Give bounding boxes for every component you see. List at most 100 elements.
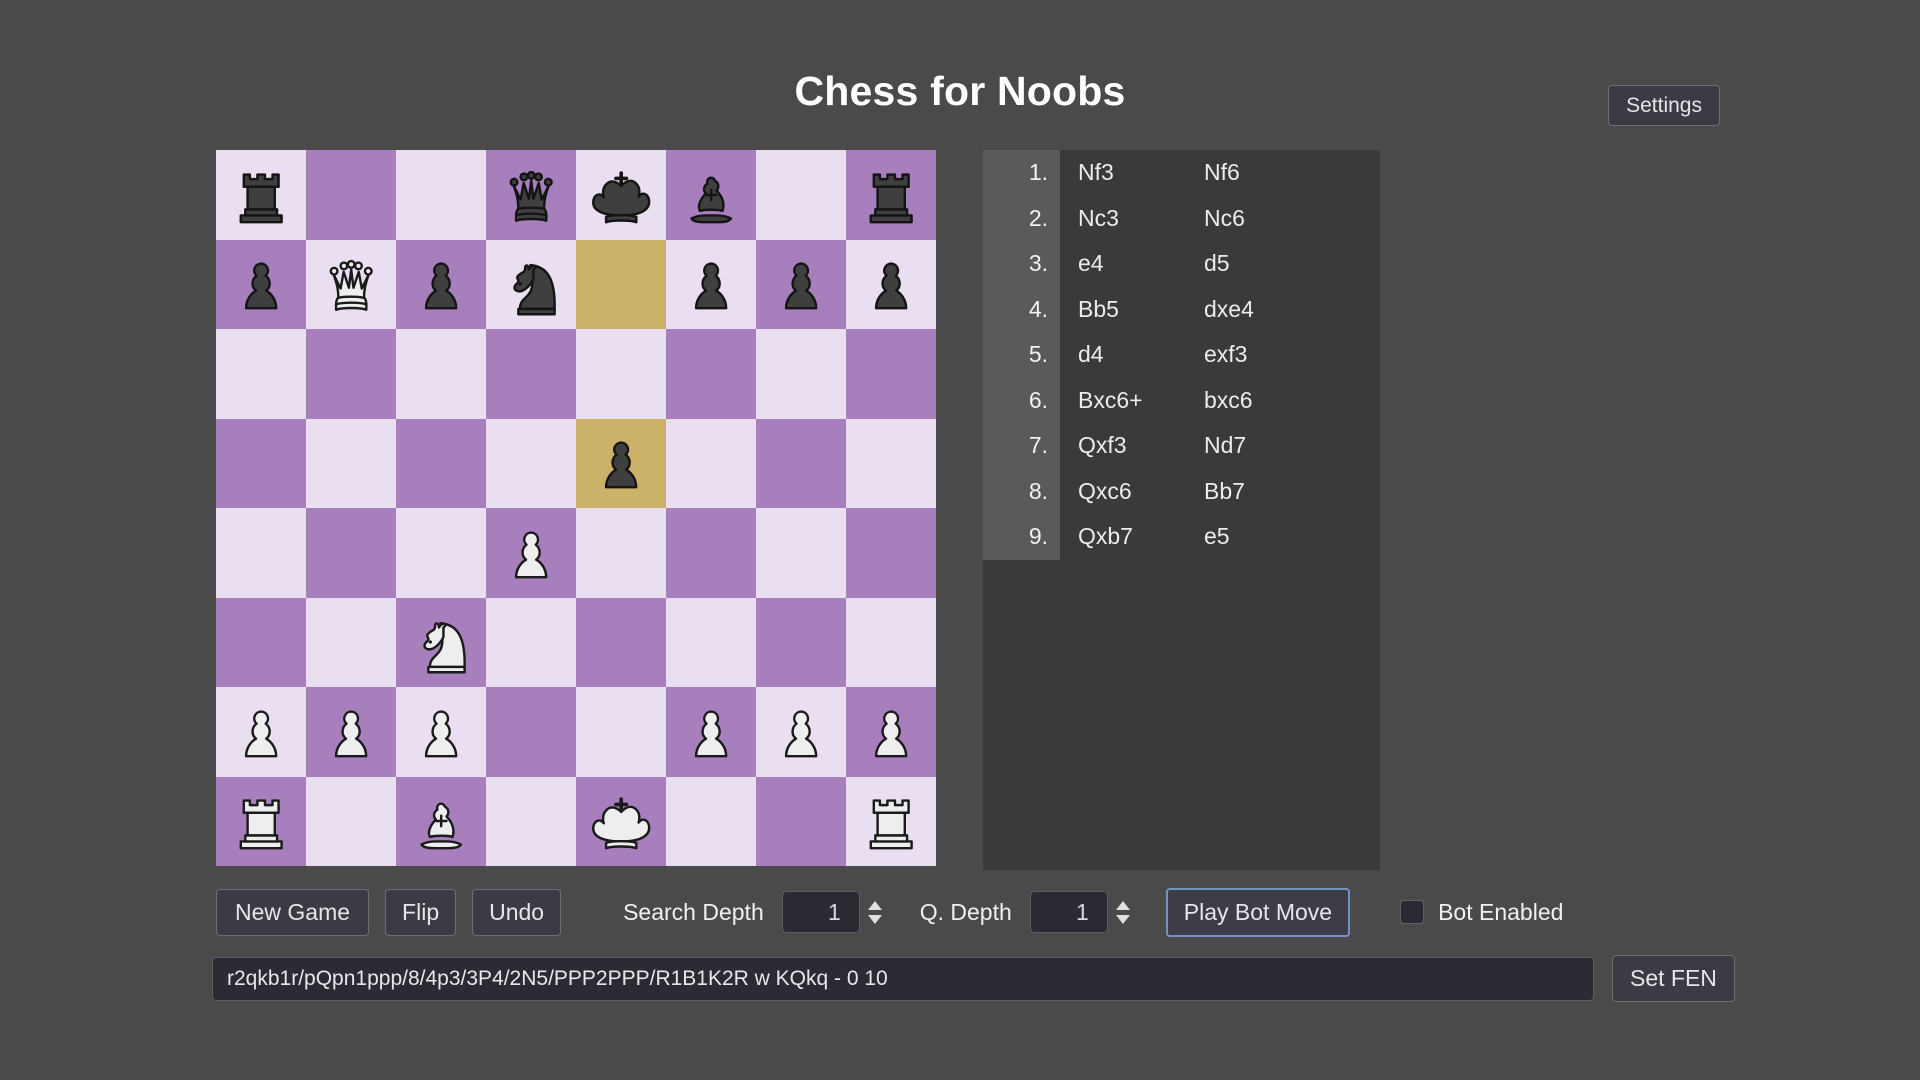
board-square-a8[interactable]	[216, 150, 306, 240]
board-square-g3[interactable]	[756, 597, 846, 687]
board-square-d5[interactable]	[486, 418, 576, 508]
chevron-up-icon[interactable]	[867, 900, 882, 910]
board-square-h2[interactable]	[846, 687, 936, 777]
board-square-a7[interactable]	[216, 239, 306, 330]
move-black[interactable]: Nc6	[1200, 205, 1245, 232]
board-square-e2[interactable]	[576, 687, 666, 777]
board-square-f7[interactable]	[666, 239, 756, 330]
board-square-g4[interactable]	[756, 508, 846, 598]
move-black[interactable]: Bb7	[1200, 478, 1245, 505]
board-square-c8[interactable]	[396, 150, 486, 240]
piece-white-rook[interactable]	[216, 777, 306, 867]
board-square-b4[interactable]	[306, 508, 396, 598]
move-row[interactable]: 8. Qxc6 Bb7	[983, 469, 1380, 515]
move-row[interactable]: 4. Bb5 dxe4	[983, 287, 1380, 333]
move-black[interactable]: e5	[1200, 523, 1230, 550]
board-square-c5[interactable]	[396, 418, 486, 508]
piece-black-pawn[interactable]	[576, 419, 666, 509]
board-square-h6[interactable]	[846, 329, 936, 419]
move-white[interactable]: d4	[1060, 341, 1200, 368]
board-square-a6[interactable]	[216, 329, 306, 419]
board-square-h7[interactable]	[846, 239, 936, 330]
chevron-down-icon[interactable]	[1115, 914, 1130, 924]
move-list-panel[interactable]: 1. Nf3 Nf6 2. Nc3 Nc6 3. e4 d5 4. Bb5 dxe4 5. d4 exf3 6…	[983, 150, 1380, 870]
piece-white-rook[interactable]	[846, 777, 936, 867]
piece-white-pawn[interactable]	[486, 508, 576, 598]
piece-white-bishop[interactable]	[396, 777, 486, 867]
board-square-d8[interactable]	[486, 150, 576, 240]
piece-white-pawn[interactable]	[306, 687, 396, 777]
board-square-b5[interactable]	[306, 418, 396, 508]
move-black[interactable]: exf3	[1200, 341, 1247, 368]
piece-black-rook[interactable]	[846, 150, 936, 240]
move-black[interactable]: Nf6	[1200, 159, 1240, 186]
move-white[interactable]: Bxc6+	[1060, 387, 1200, 414]
board-square-e8[interactable]	[576, 150, 666, 240]
piece-black-pawn[interactable]	[846, 240, 936, 330]
board-square-e5[interactable]	[576, 418, 666, 509]
move-white[interactable]: Qxf3	[1060, 432, 1200, 459]
board-square-e1[interactable]	[576, 776, 666, 866]
board-square-c1[interactable]	[396, 776, 486, 867]
piece-black-queen[interactable]	[486, 150, 576, 240]
board-square-g2[interactable]	[756, 687, 846, 777]
board-square-f1[interactable]	[666, 776, 756, 866]
piece-black-pawn[interactable]	[666, 240, 756, 330]
piece-white-pawn[interactable]	[666, 687, 756, 777]
search-depth-stepper[interactable]	[781, 891, 884, 933]
board-square-a5[interactable]	[216, 418, 306, 508]
board-square-d7[interactable]	[486, 239, 576, 330]
search-depth-input[interactable]	[781, 891, 860, 933]
piece-black-pawn[interactable]	[216, 240, 306, 330]
board-square-d2[interactable]	[486, 687, 576, 777]
board-square-f4[interactable]	[666, 508, 756, 598]
set-fen-button[interactable]: Set FEN	[1612, 955, 1735, 1002]
board-square-b7[interactable]	[306, 239, 396, 330]
chess-board[interactable]	[216, 150, 936, 866]
move-row[interactable]: 2. Nc3 Nc6	[983, 196, 1380, 242]
flip-button[interactable]: Flip	[385, 888, 457, 936]
play-bot-move-button[interactable]: Play Bot Move	[1165, 887, 1351, 937]
board-square-f6[interactable]	[666, 329, 756, 419]
piece-black-knight[interactable]	[486, 240, 576, 330]
move-row[interactable]: 6. Bxc6+ bxc6	[983, 378, 1380, 424]
board-square-h4[interactable]	[846, 508, 936, 598]
board-square-c4[interactable]	[396, 508, 486, 598]
board-square-c2[interactable]	[396, 687, 486, 777]
board-square-f3[interactable]	[666, 597, 756, 687]
board-square-h1[interactable]	[846, 776, 936, 867]
piece-white-queen[interactable]	[306, 240, 396, 330]
piece-black-pawn[interactable]	[396, 240, 486, 330]
board-square-h3[interactable]	[846, 597, 936, 687]
board-square-a1[interactable]	[216, 776, 306, 867]
move-white[interactable]: e4	[1060, 250, 1200, 277]
move-white[interactable]: Bb5	[1060, 296, 1200, 323]
move-black[interactable]: bxc6	[1200, 387, 1253, 414]
board-square-g6[interactable]	[756, 329, 846, 419]
board-square-c7[interactable]	[396, 239, 486, 330]
board-square-f5[interactable]	[666, 418, 756, 508]
move-row[interactable]: 5. d4 exf3	[983, 332, 1380, 378]
move-black[interactable]: dxe4	[1200, 296, 1254, 323]
board-square-f2[interactable]	[666, 687, 756, 777]
board-square-c3[interactable]	[396, 597, 486, 687]
new-game-button[interactable]: New Game	[216, 888, 370, 936]
board-square-e3[interactable]	[576, 597, 666, 687]
move-white[interactable]: Qxb7	[1060, 523, 1200, 550]
piece-black-pawn[interactable]	[756, 240, 846, 330]
undo-button[interactable]: Undo	[472, 888, 562, 936]
board-square-c6[interactable]	[396, 329, 486, 419]
board-square-d1[interactable]	[486, 776, 576, 866]
move-white[interactable]: Nc3	[1060, 205, 1200, 232]
board-square-h5[interactable]	[846, 418, 936, 508]
board-square-d3[interactable]	[486, 597, 576, 687]
board-square-g7[interactable]	[756, 239, 846, 330]
move-row[interactable]: 3. e4 d5	[983, 241, 1380, 287]
search-depth-spinner[interactable]	[866, 891, 884, 933]
board-square-d4[interactable]	[486, 508, 576, 598]
piece-black-rook[interactable]	[216, 150, 306, 240]
board-square-g8[interactable]	[756, 150, 846, 240]
move-row[interactable]: 9. Qxb7 e5	[983, 514, 1380, 560]
move-black[interactable]: d5	[1200, 250, 1230, 277]
board-square-d6[interactable]	[486, 329, 576, 419]
